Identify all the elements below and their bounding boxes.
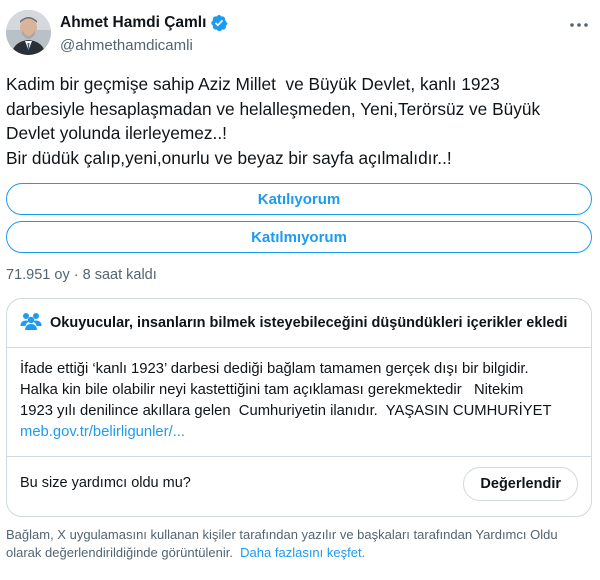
community-note-title: Okuyucular, insanların bilmek isteyebile… — [50, 315, 568, 331]
tweet-line: darbesiyle hesaplaşmadan ve helalleşmede… — [6, 98, 541, 119]
poll-vote-count: 71.951 oy — [6, 267, 70, 283]
more-options-icon[interactable] — [568, 14, 590, 36]
author-name[interactable]: Ahmet Hamdi Çamlı — [60, 14, 206, 32]
name-row: Ahmet Hamdi Çamlı — [60, 14, 228, 32]
footer-line: Bağlam, X uygulamasını kullanan kişiler … — [6, 527, 558, 542]
avatar-photo — [6, 10, 51, 55]
rate-button[interactable]: Değerlendir — [463, 467, 578, 501]
poll-time-left: 8 saat kaldı — [82, 267, 157, 283]
tweet-header: Ahmet Hamdi Çamlı @ahmethamdicamli — [6, 8, 594, 58]
footer-line: olarak değerlendirildiğinde görüntülenir… — [6, 545, 233, 560]
author-handle[interactable]: @ahmethamdicamli — [60, 37, 193, 54]
tweet-line: Bir düdük çalıp,yeni,onurlu ve beyaz bir… — [6, 147, 452, 168]
community-note-header: Okuyucular, insanların bilmek isteyebile… — [7, 299, 591, 347]
community-note: Okuyucular, insanların bilmek isteyebile… — [6, 298, 592, 517]
verified-badge-icon — [210, 14, 228, 32]
poll-meta: 71.951 oy · 8 saat kaldı — [6, 267, 157, 283]
divider — [7, 456, 591, 457]
poll-option-disagree-button[interactable]: Katılmıyorum — [6, 221, 592, 253]
note-line: 1923 yılı denilince akıllara gelen Cumhu… — [20, 403, 552, 419]
note-line: İfade ettiği ‘kanlı 1923’ darbesi dediği… — [20, 361, 529, 377]
poll-option-agree-button[interactable]: Katılıyorum — [6, 183, 592, 215]
avatar[interactable] — [6, 10, 51, 55]
community-note-body: İfade ettiği ‘kanlı 1923’ darbesi dediği… — [20, 359, 585, 443]
tweet-text: Kadim bir geçmişe sahip Aziz Millet ve B… — [6, 72, 594, 170]
tweet-line: Devlet yolunda ilerleyemez..! — [6, 123, 227, 143]
learn-more-link[interactable]: Daha fazlasını keşfet. — [240, 545, 365, 560]
people-icon — [20, 311, 42, 336]
context-footer: Bağlam, X uygulamasını kullanan kişiler … — [6, 526, 594, 562]
tweet-line: Kadim bir geçmişe sahip Aziz Millet ve B… — [6, 74, 500, 94]
note-line: Halka kin bile olabilir neyi kastettiğin… — [20, 382, 524, 398]
divider — [7, 347, 591, 348]
helpful-question: Bu size yardımcı oldu mu? — [20, 475, 191, 491]
note-source-link[interactable]: meb.gov.tr/belirligunler/... — [20, 424, 185, 440]
poll-separator: · — [73, 267, 79, 283]
